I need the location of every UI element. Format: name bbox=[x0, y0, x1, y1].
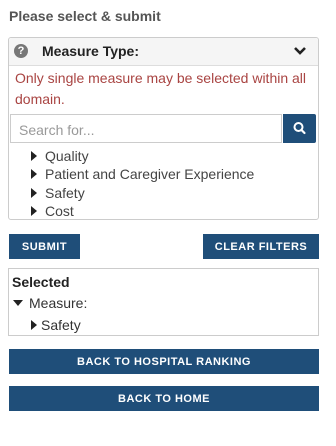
selected-measure-value[interactable]: Safety bbox=[31, 317, 81, 334]
page-heading: Please select & submit bbox=[9, 8, 161, 24]
measure-type-panel: ? Measure Type: Only single measure may … bbox=[8, 37, 319, 220]
domain-item-cost[interactable]: Cost bbox=[31, 202, 74, 221]
measure-type-title: Measure Type: bbox=[42, 43, 139, 59]
clear-filters-button[interactable]: CLEAR FILTERS bbox=[203, 234, 319, 259]
back-to-home-button[interactable]: BACK TO HOME bbox=[9, 386, 319, 411]
caret-right-icon bbox=[31, 169, 37, 180]
caret-down-icon bbox=[13, 300, 23, 307]
domain-item-quality[interactable]: Quality bbox=[31, 147, 89, 166]
question-circle-icon[interactable]: ? bbox=[14, 44, 28, 58]
chevron-down-icon[interactable] bbox=[294, 46, 306, 56]
search-field[interactable] bbox=[10, 114, 282, 143]
back-to-hospital-ranking-button[interactable]: BACK TO HOSPITAL RANKING bbox=[9, 349, 319, 374]
domain-label: Patient and Caregiver Experience bbox=[45, 166, 255, 182]
domain-label: Cost bbox=[45, 203, 74, 219]
selected-measure-node[interactable]: Measure: bbox=[13, 295, 87, 312]
measure-type-header[interactable]: ? Measure Type: bbox=[9, 38, 318, 66]
selected-measure-label: Measure: bbox=[29, 295, 88, 311]
caret-right-icon bbox=[31, 151, 37, 162]
caret-right-icon bbox=[31, 320, 37, 331]
search-input[interactable] bbox=[17, 116, 281, 143]
domain-item-safety[interactable]: Safety bbox=[31, 184, 85, 203]
submit-button[interactable]: SUBMIT bbox=[9, 234, 80, 259]
single-measure-warning: Only single measure may be selected with… bbox=[15, 70, 307, 107]
caret-right-icon bbox=[31, 188, 37, 199]
selected-title: Selected bbox=[12, 274, 70, 290]
domain-item-patient-experience[interactable]: Patient and Caregiver Experience bbox=[31, 165, 254, 184]
selected-value-label: Safety bbox=[41, 317, 81, 333]
page: Please select & submit ? Measure Type: O… bbox=[0, 0, 336, 446]
selected-panel: Selected Measure: Safety bbox=[8, 268, 319, 336]
domain-label: Safety bbox=[45, 185, 85, 201]
search-icon bbox=[293, 122, 306, 135]
domain-label: Quality bbox=[45, 148, 89, 164]
caret-right-icon bbox=[31, 206, 37, 217]
search-button[interactable] bbox=[283, 114, 316, 143]
